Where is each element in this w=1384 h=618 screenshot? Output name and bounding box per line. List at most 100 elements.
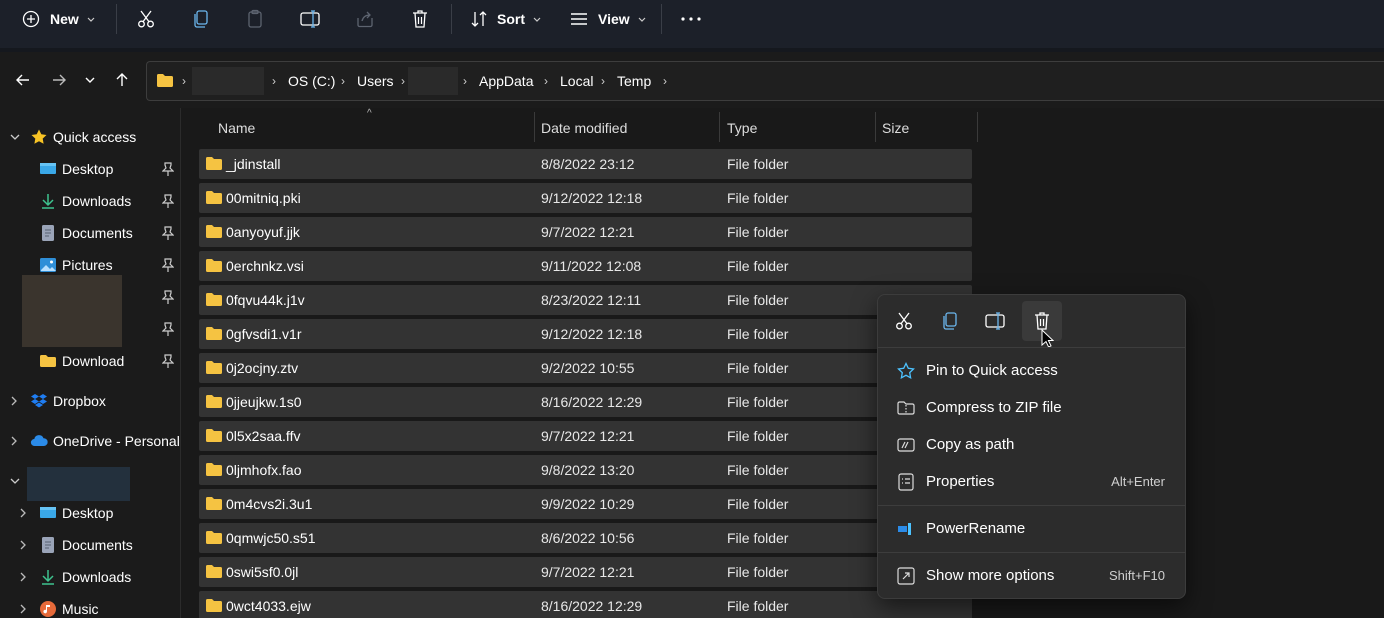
file-type: File folder	[727, 394, 789, 410]
file-date-modified: 9/8/2022 13:20	[541, 462, 635, 478]
menu-item-properties[interactable]: Properties Alt+Enter	[882, 465, 1181, 499]
file-name: 0swi5sf0.0jl	[226, 564, 299, 580]
table-row[interactable]: _jdinstall 8/8/2022 23:12 File folder	[199, 149, 972, 179]
file-name: 0ljmhofx.fao	[226, 462, 302, 478]
menu-separator	[878, 347, 1185, 348]
column-separator[interactable]	[534, 112, 535, 142]
sidebar-item-onedrive[interactable]: OneDrive - Personal	[0, 427, 181, 455]
column-header-name[interactable]: Name	[218, 120, 255, 136]
new-label: New	[50, 11, 79, 27]
document-icon	[42, 537, 54, 553]
copy-button[interactable]	[192, 0, 210, 38]
sidebar-item-pc-documents[interactable]: Documents	[0, 531, 181, 559]
arrow-left-icon	[16, 74, 29, 86]
chevron-right-icon	[11, 436, 17, 446]
mouse-cursor-icon	[1041, 329, 1054, 348]
table-row[interactable]: 0wct4033.ejw 8/16/2022 12:29 File folder	[199, 591, 972, 618]
forward-button[interactable]	[47, 68, 71, 92]
table-row[interactable]: 0swi5sf0.0jl 9/7/2022 12:21 File folder	[199, 557, 972, 587]
menu-item-copy-as-path[interactable]: Copy as path	[882, 428, 1181, 462]
table-row[interactable]: 0m4cvs2i.3u1 9/9/2022 10:29 File folder	[199, 489, 972, 519]
address-bar[interactable]: › › OS (C:) › Users › › AppData › Local …	[146, 61, 1384, 101]
breadcrumb-os-c[interactable]: OS (C:)	[288, 73, 335, 89]
context-rename-button[interactable]	[976, 301, 1016, 341]
sidebar-item-desktop[interactable]: Desktop	[0, 155, 181, 183]
table-row[interactable]: 0fqvu44k.j1v 8/23/2022 12:11 File folder	[199, 285, 972, 315]
sidebar-item-label: Pictures	[62, 257, 113, 273]
table-row[interactable]: 0j2ocjny.ztv 9/2/2022 10:55 File folder	[199, 353, 972, 383]
breadcrumb-temp[interactable]: Temp	[617, 73, 651, 89]
column-separator[interactable]	[977, 112, 978, 142]
delete-button[interactable]	[411, 0, 429, 38]
breadcrumb-separator: ›	[663, 74, 667, 88]
sidebar-item-label: Downloads	[62, 193, 132, 209]
command-bar: New Sort View	[0, 0, 1384, 48]
column-header-size[interactable]: Size	[882, 120, 909, 136]
menu-item-pin-quick-access[interactable]: Pin to Quick access	[882, 354, 1181, 388]
view-label: View	[598, 11, 630, 27]
sort-button[interactable]: Sort	[470, 0, 541, 38]
sidebar-item-label: Desktop	[62, 161, 114, 177]
table-row[interactable]: 0jjeujkw.1s0 8/16/2022 12:29 File folder	[199, 387, 972, 417]
table-row[interactable]: 0l5x2saa.ffv 9/7/2022 12:21 File folder	[199, 421, 972, 451]
sidebar-item-pc-downloads[interactable]: Downloads	[0, 563, 181, 591]
rename-button[interactable]	[300, 0, 322, 38]
sidebar-item-download[interactable]: Download	[0, 347, 181, 375]
sidebar-item-dropbox[interactable]: Dropbox	[0, 387, 181, 415]
breadcrumb-users[interactable]: Users	[357, 73, 394, 89]
paste-button[interactable]	[246, 0, 264, 38]
folder-icon	[206, 361, 222, 374]
breadcrumb-separator: ›	[544, 74, 548, 88]
recent-locations-button[interactable]	[78, 68, 102, 92]
view-button[interactable]: View	[570, 0, 646, 38]
sidebar-item-quick-access[interactable]: Quick access	[0, 123, 181, 151]
breadcrumb-local[interactable]: Local	[560, 73, 593, 89]
download-arrow-icon	[42, 194, 54, 209]
more-button[interactable]	[681, 0, 701, 38]
up-button[interactable]	[110, 68, 134, 92]
sidebar-item-downloads[interactable]: Downloads	[0, 187, 181, 215]
file-type: File folder	[727, 326, 789, 342]
chevron-down-icon	[10, 478, 20, 484]
folder-icon	[206, 463, 222, 476]
breadcrumb-separator: ›	[272, 74, 276, 88]
arrow-up-icon	[116, 73, 128, 86]
context-cut-button[interactable]	[884, 301, 924, 341]
file-date-modified: 8/8/2022 23:12	[541, 156, 635, 172]
folder-icon	[206, 395, 222, 408]
file-date-modified: 9/2/2022 10:55	[541, 360, 635, 376]
cut-button[interactable]	[136, 0, 156, 38]
folder-icon	[206, 157, 222, 170]
file-name: 0erchnkz.vsi	[226, 258, 304, 274]
menu-item-show-more-options[interactable]: Show more options Shift+F10	[882, 559, 1181, 593]
column-separator[interactable]	[719, 112, 720, 142]
chevron-right-icon	[20, 572, 26, 582]
menu-item-compress-zip[interactable]: Compress to ZIP file	[882, 391, 1181, 425]
breadcrumb-appdata[interactable]: AppData	[479, 73, 533, 89]
table-row[interactable]: 0ljmhofx.fao 9/8/2022 13:20 File folder	[199, 455, 972, 485]
new-button[interactable]: New	[22, 0, 95, 38]
sidebar-item-label: Download	[62, 353, 125, 369]
table-row[interactable]: 0erchnkz.vsi 9/11/2022 12:08 File folder	[199, 251, 972, 281]
menu-item-powerrename[interactable]: PowerRename	[882, 512, 1181, 546]
picture-icon	[40, 258, 56, 272]
context-copy-button[interactable]	[930, 301, 970, 341]
sidebar-item-documents[interactable]: Documents	[0, 219, 181, 247]
share-button[interactable]	[355, 0, 375, 38]
table-row[interactable]: 00mitniq.pki 9/12/2022 12:18 File folder	[199, 183, 972, 213]
sidebar-item-pc-music[interactable]: Music	[0, 595, 181, 618]
table-row[interactable]: 0qmwjc50.s51 8/6/2022 10:56 File folder	[199, 523, 972, 553]
column-separator[interactable]	[875, 112, 876, 142]
table-row[interactable]: 0anyoyuf.jjk 9/7/2022 12:21 File folder	[199, 217, 972, 247]
sidebar-item-pc-desktop[interactable]: Desktop	[0, 499, 181, 527]
back-button[interactable]	[11, 68, 35, 92]
table-row[interactable]: 0gfvsdi1.v1r 9/12/2022 12:18 File folder	[199, 319, 972, 349]
music-icon	[40, 601, 56, 617]
sidebar-item-redacted[interactable]	[0, 283, 181, 311]
file-date-modified: 8/16/2022 12:29	[541, 598, 643, 614]
desktop-icon	[40, 507, 56, 518]
column-header-type[interactable]: Type	[727, 120, 757, 136]
sidebar-item-redacted[interactable]	[0, 315, 181, 343]
file-date-modified: 9/7/2022 12:21	[541, 224, 635, 240]
column-header-date-modified[interactable]: Date modified	[541, 120, 627, 136]
